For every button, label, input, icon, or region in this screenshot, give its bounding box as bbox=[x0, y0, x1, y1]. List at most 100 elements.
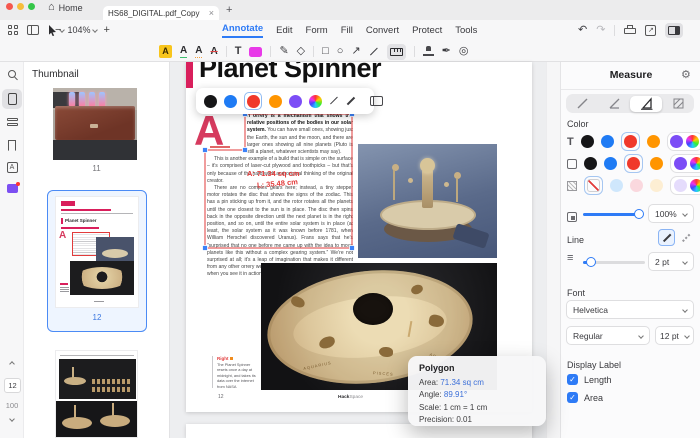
redo-icon[interactable]: ↷ bbox=[596, 25, 605, 36]
menu-convert[interactable]: Convert bbox=[366, 25, 399, 36]
text-tool-icon[interactable]: T bbox=[235, 46, 242, 57]
border-red-swatch[interactable] bbox=[627, 157, 640, 170]
attachment-icon[interactable] bbox=[0, 184, 24, 193]
page-thumbnail-11[interactable] bbox=[53, 88, 137, 160]
menu-fill[interactable]: Fill bbox=[341, 25, 353, 36]
new-tab-button[interactable]: + bbox=[226, 4, 232, 16]
outline-icon[interactable] bbox=[0, 117, 24, 128]
border-orange-swatch[interactable] bbox=[650, 157, 663, 170]
eraser-tool-icon[interactable]: ◇ bbox=[297, 46, 305, 57]
area-checkbox[interactable]: ✓ bbox=[567, 392, 578, 403]
gear-icon[interactable]: ⚙ bbox=[681, 68, 691, 81]
line-tool-icon[interactable] bbox=[370, 47, 378, 55]
thick-line-option[interactable] bbox=[347, 97, 356, 106]
minimize-window-button[interactable] bbox=[17, 3, 24, 10]
close-window-button[interactable] bbox=[6, 3, 13, 10]
text-purple-swatch[interactable] bbox=[670, 135, 683, 148]
ellipse-tool-icon[interactable]: ○ bbox=[337, 46, 344, 57]
solid-line-button-active[interactable] bbox=[658, 229, 675, 246]
underline-tool-icon[interactable]: A bbox=[180, 46, 187, 58]
fill-pink-swatch[interactable] bbox=[630, 179, 643, 192]
font-family-dropdown[interactable]: Helvetica bbox=[566, 300, 694, 319]
perimeter-tool-segment[interactable] bbox=[598, 94, 630, 113]
length-checkbox-row[interactable]: ✓ Length bbox=[567, 374, 612, 385]
page-down-button[interactable] bbox=[0, 417, 24, 421]
undo-icon[interactable]: ↶ bbox=[578, 25, 587, 36]
distance-tool-segment[interactable] bbox=[566, 94, 598, 113]
tab-home[interactable]: ⌂ Home bbox=[48, 2, 83, 13]
opacity-slider-track[interactable] bbox=[583, 213, 641, 216]
menu-form[interactable]: Form bbox=[306, 25, 328, 36]
color-purple[interactable] bbox=[289, 95, 302, 108]
zoom-in-button[interactable]: + bbox=[103, 24, 109, 36]
border-blue-swatch[interactable] bbox=[604, 157, 617, 170]
text-custom-color-icon[interactable] bbox=[686, 135, 699, 148]
text-orange-swatch[interactable] bbox=[647, 135, 660, 148]
zoom-out-button[interactable]: − bbox=[55, 24, 61, 36]
redact-tool-icon[interactable]: ◎ bbox=[459, 46, 469, 57]
text-red-swatch[interactable] bbox=[624, 135, 637, 148]
text-black-swatch[interactable] bbox=[581, 135, 594, 148]
line-width-slider-knob[interactable] bbox=[586, 257, 596, 267]
squiggly-tool-icon[interactable]: A bbox=[195, 46, 202, 58]
sidebar-toggle-icon[interactable] bbox=[27, 25, 39, 35]
highlight-tool-icon[interactable]: A bbox=[159, 45, 172, 58]
vertical-scrollbar[interactable] bbox=[546, 62, 560, 438]
fill-cream-swatch[interactable] bbox=[650, 179, 663, 192]
line-width-dropdown[interactable]: 2 pt bbox=[648, 252, 694, 271]
border-custom-color-icon[interactable] bbox=[690, 157, 700, 170]
text-blue-swatch[interactable] bbox=[601, 135, 614, 148]
print-icon[interactable] bbox=[624, 25, 636, 35]
color-red[interactable] bbox=[247, 95, 260, 108]
fill-lightpurple-swatch[interactable] bbox=[674, 179, 687, 192]
no-fill-selected[interactable] bbox=[584, 176, 603, 195]
page-number-input[interactable]: 12 bbox=[4, 378, 21, 393]
color-red-selected[interactable] bbox=[244, 92, 262, 110]
page-up-button[interactable] bbox=[0, 362, 24, 366]
page-thumbnail-13[interactable] bbox=[55, 350, 138, 438]
opacity-slider-knob[interactable] bbox=[634, 209, 644, 219]
area-checkbox-row[interactable]: ✓ Area bbox=[567, 392, 603, 403]
rectangle-tool-icon[interactable]: □ bbox=[322, 46, 329, 57]
menu-tools[interactable]: Tools bbox=[455, 25, 477, 36]
thin-line-option[interactable] bbox=[330, 97, 338, 105]
border-black-swatch[interactable] bbox=[584, 157, 597, 170]
color-black[interactable] bbox=[204, 95, 217, 108]
annotation-list-icon[interactable]: A bbox=[0, 162, 24, 173]
fill-lightblue-swatch[interactable] bbox=[610, 179, 623, 192]
bookmark-icon[interactable] bbox=[0, 140, 24, 151]
hatch-area-tool-segment[interactable] bbox=[662, 94, 694, 113]
font-style-dropdown[interactable]: Regular bbox=[566, 326, 650, 345]
tab-document[interactable]: HS68_DIGITAL.pdf_Copy × bbox=[103, 6, 219, 20]
share-export-icon[interactable]: ↗ bbox=[645, 25, 656, 36]
menu-annotate[interactable]: Annotate bbox=[222, 23, 263, 38]
dashed-line-button[interactable] bbox=[677, 229, 694, 246]
custom-color-icon[interactable] bbox=[309, 95, 322, 108]
length-checkbox[interactable]: ✓ bbox=[567, 374, 578, 385]
color-blue[interactable] bbox=[224, 95, 237, 108]
close-tab-icon[interactable]: × bbox=[209, 8, 214, 18]
fill-custom-color-icon[interactable] bbox=[690, 179, 700, 192]
opacity-dropdown[interactable]: 100% bbox=[648, 204, 694, 223]
zoom-level-dropdown[interactable]: 104% bbox=[67, 25, 97, 35]
page-thumbnail-12-selected[interactable]: Planet Spinner A 12 bbox=[47, 190, 147, 332]
properties-panel-icon[interactable] bbox=[370, 96, 383, 106]
strikethrough-tool-icon[interactable]: A bbox=[210, 47, 217, 57]
grid-view-icon[interactable] bbox=[8, 25, 18, 35]
zoom-window-button[interactable] bbox=[28, 3, 35, 10]
signature-tool-icon[interactable]: ✒ bbox=[442, 46, 451, 57]
panel-toggle-button[interactable] bbox=[665, 23, 683, 38]
pencil-tool-icon[interactable]: ✎ bbox=[279, 46, 288, 57]
comment-tool-icon[interactable] bbox=[249, 47, 262, 57]
area-tool-segment-active[interactable] bbox=[630, 96, 662, 112]
stamp-tool-icon[interactable] bbox=[423, 46, 434, 57]
arrow-tool-icon[interactable]: ↗ bbox=[351, 46, 360, 57]
measure-tool-button-active[interactable] bbox=[387, 44, 406, 60]
color-orange[interactable] bbox=[269, 95, 282, 108]
menu-edit[interactable]: Edit bbox=[276, 25, 292, 36]
font-size-dropdown[interactable]: 12 pt bbox=[655, 326, 694, 345]
search-icon[interactable] bbox=[0, 70, 24, 78]
text-red-swatch-selected[interactable] bbox=[621, 132, 640, 151]
border-purple-swatch[interactable] bbox=[674, 157, 687, 170]
border-red-swatch-selected[interactable] bbox=[624, 154, 643, 173]
